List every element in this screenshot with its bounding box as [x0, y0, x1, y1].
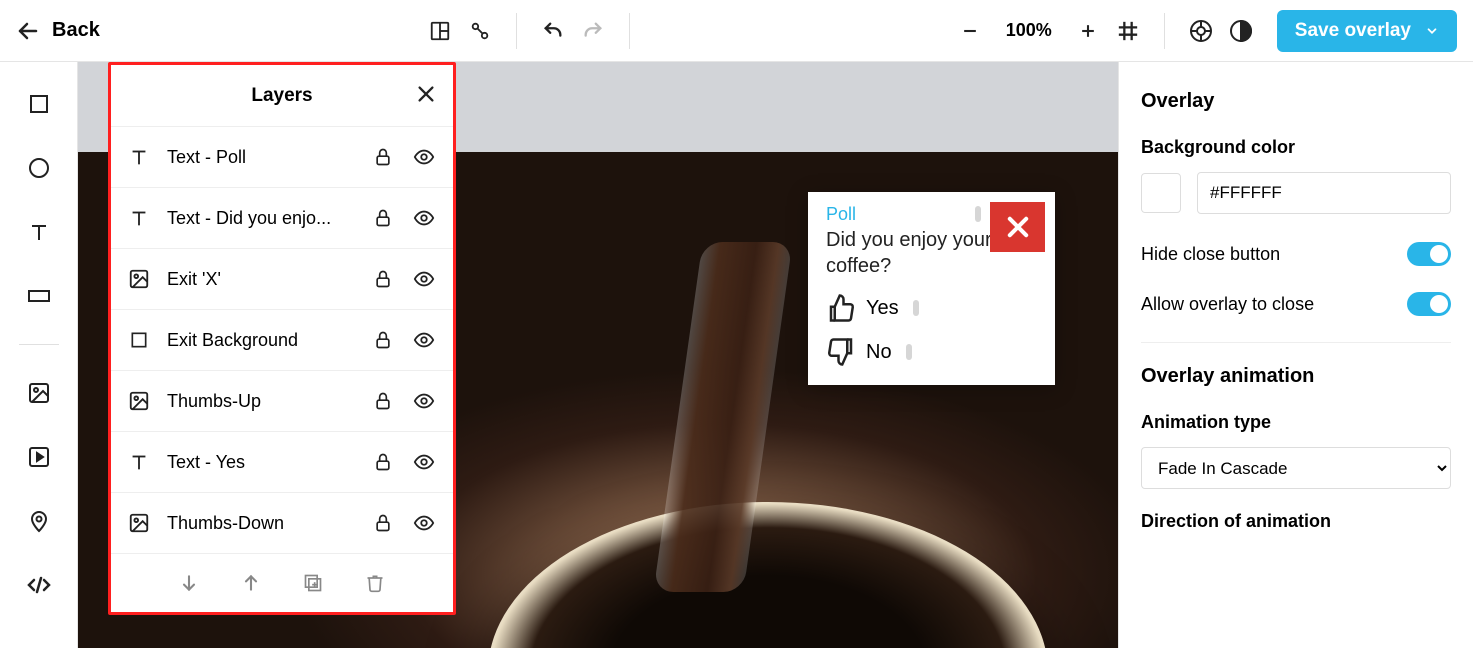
overlay-yes-label: Yes	[866, 297, 899, 320]
lock-icon[interactable]	[373, 452, 397, 472]
lock-icon[interactable]	[373, 330, 397, 350]
back-label: Back	[52, 19, 100, 42]
layer-type-icon	[127, 390, 151, 412]
duplicate-icon[interactable]	[303, 573, 323, 593]
layer-label: Exit 'X'	[167, 269, 357, 290]
layer-label: Thumbs-Up	[167, 391, 357, 412]
move-up-icon[interactable]	[241, 573, 261, 593]
tool-circle-icon[interactable]	[25, 154, 53, 182]
visibility-icon[interactable]	[413, 207, 437, 229]
bg-color-label: Background color	[1141, 137, 1451, 158]
layer-row[interactable]: Thumbs-Down	[111, 493, 453, 554]
tool-rectangle-icon[interactable]	[25, 90, 53, 118]
lock-icon[interactable]	[373, 208, 397, 228]
animation-type-label: Animation type	[1141, 412, 1451, 433]
bg-color-swatch[interactable]	[1141, 173, 1181, 213]
visibility-icon[interactable]	[413, 268, 437, 290]
layer-label: Exit Background	[167, 330, 357, 351]
zoom-in-icon[interactable]	[1076, 19, 1100, 43]
hide-close-label: Hide close button	[1141, 244, 1280, 265]
allow-close-toggle[interactable]	[1407, 292, 1451, 316]
contrast-icon[interactable]	[1229, 19, 1253, 43]
move-down-icon[interactable]	[179, 573, 199, 593]
drag-handle-icon[interactable]	[913, 300, 919, 316]
lock-icon[interactable]	[373, 391, 397, 411]
animation-direction-label: Direction of animation	[1141, 511, 1451, 532]
layer-type-icon	[127, 512, 151, 534]
layer-row[interactable]: Exit Background	[111, 310, 453, 371]
tool-pin-icon[interactable]	[25, 507, 53, 535]
layer-row[interactable]: Exit 'X'	[111, 249, 453, 310]
layer-type-icon	[127, 330, 151, 350]
arrow-left-icon	[16, 19, 40, 43]
overlay-close-button[interactable]	[990, 202, 1045, 252]
visibility-icon[interactable]	[413, 390, 437, 412]
visibility-icon[interactable]	[413, 512, 437, 534]
overlay-preview[interactable]: Poll Did you enjoy your coffee? Yes No	[808, 192, 1055, 385]
layer-type-icon	[127, 146, 151, 168]
tool-image-icon[interactable]	[25, 379, 53, 407]
grid-icon[interactable]	[1116, 19, 1140, 43]
canvas[interactable]: Layers Text - Poll Text - Did you enjo...…	[78, 62, 1118, 648]
bg-color-input[interactable]	[1197, 172, 1451, 214]
help-icon[interactable]	[1189, 19, 1213, 43]
snap-icon[interactable]	[468, 19, 492, 43]
layer-label: Text - Did you enjo...	[167, 208, 357, 229]
allow-close-label: Allow overlay to close	[1141, 294, 1314, 315]
left-toolbar	[0, 62, 78, 648]
top-toolbar: Back 100%	[0, 0, 1473, 62]
drag-handle-icon[interactable]	[906, 344, 912, 360]
layer-label: Text - Yes	[167, 452, 357, 473]
hide-close-toggle[interactable]	[1407, 242, 1451, 266]
save-label: Save overlay	[1295, 20, 1411, 42]
drag-handle-icon[interactable]	[975, 206, 981, 222]
layers-panel-footer	[111, 554, 453, 612]
layer-label: Text - Poll	[167, 147, 357, 168]
zoom-level: 100%	[998, 20, 1060, 41]
animation-type-select[interactable]: Fade In Cascade	[1141, 447, 1451, 489]
zoom-out-icon[interactable]	[958, 19, 982, 43]
save-button[interactable]: Save overlay	[1277, 10, 1457, 52]
tool-text-icon[interactable]	[25, 218, 53, 246]
layer-row[interactable]: Text - Yes	[111, 432, 453, 493]
tool-button-icon[interactable]	[25, 282, 53, 310]
chevron-down-icon	[1425, 24, 1439, 38]
layer-label: Thumbs-Down	[167, 513, 357, 534]
visibility-icon[interactable]	[413, 329, 437, 351]
layer-type-icon	[127, 268, 151, 290]
animation-section-title: Overlay animation	[1141, 365, 1451, 388]
lock-icon[interactable]	[373, 513, 397, 533]
tool-code-icon[interactable]	[25, 571, 53, 599]
layers-panel: Layers Text - Poll Text - Did you enjo...…	[108, 62, 456, 615]
thumbs-down-icon	[826, 337, 856, 367]
redo-icon[interactable]	[581, 19, 605, 43]
close-icon[interactable]	[415, 83, 437, 105]
layers-panel-title: Layers	[251, 85, 312, 107]
visibility-icon[interactable]	[413, 146, 437, 168]
overlay-section-title: Overlay	[1141, 90, 1451, 113]
visibility-icon[interactable]	[413, 451, 437, 473]
properties-panel: Overlay Background color Hide close butt…	[1118, 62, 1473, 648]
thumbs-up-icon	[826, 293, 856, 323]
overlay-no-option[interactable]: No	[826, 337, 1037, 367]
overlay-yes-option[interactable]: Yes	[826, 293, 1037, 323]
layer-type-icon	[127, 207, 151, 229]
layout-icon[interactable]	[428, 19, 452, 43]
layer-row[interactable]: Text - Did you enjo...	[111, 188, 453, 249]
overlay-no-label: No	[866, 341, 892, 364]
tool-video-icon[interactable]	[25, 443, 53, 471]
lock-icon[interactable]	[373, 147, 397, 167]
layer-row[interactable]: Thumbs-Up	[111, 371, 453, 432]
undo-icon[interactable]	[541, 19, 565, 43]
lock-icon[interactable]	[373, 269, 397, 289]
back-button[interactable]: Back	[16, 19, 100, 43]
layer-row[interactable]: Text - Poll	[111, 127, 453, 188]
delete-icon[interactable]	[365, 572, 385, 594]
layer-type-icon	[127, 451, 151, 473]
